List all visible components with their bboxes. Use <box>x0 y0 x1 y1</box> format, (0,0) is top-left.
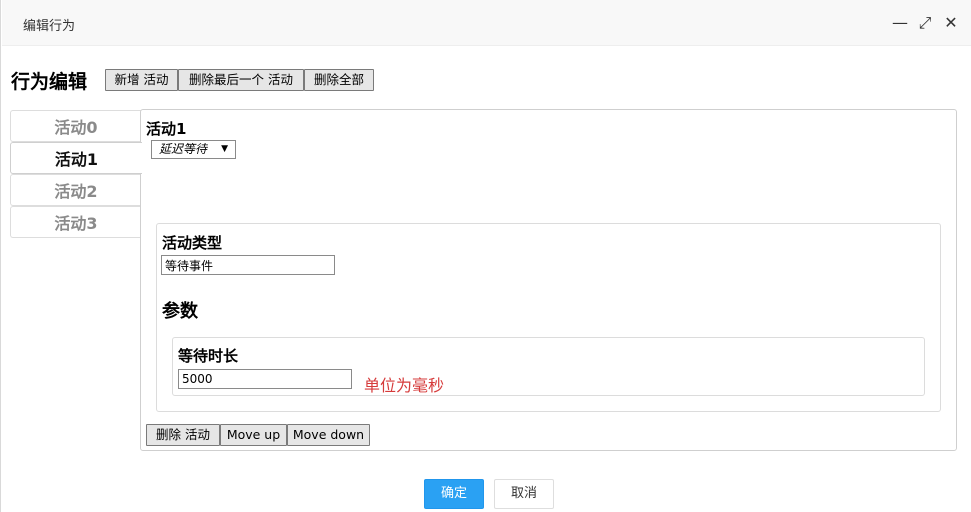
close-icon[interactable]: ✕ <box>942 14 960 32</box>
wait-unit-hint: 单位为毫秒 <box>364 376 445 395</box>
delete-activity-button[interactable]: 删除 活动 <box>146 424 220 446</box>
wait-duration-input[interactable] <box>178 369 352 389</box>
tab-activity-1[interactable]: 活动1 <box>10 142 142 174</box>
activity-detail-box: 活动类型 参数 等待时长 单位为毫秒 <box>156 223 941 412</box>
activity-type-label: 活动类型 <box>162 234 223 252</box>
wait-duration-box: 等待时长 单位为毫秒 <box>172 337 925 396</box>
dialog-titlebar: 编辑行为 — ⤢ ✕ <box>2 0 971 46</box>
tab-activity-3[interactable]: 活动3 <box>10 206 141 238</box>
maximize-icon[interactable]: ⤢ <box>916 14 934 32</box>
page-title: 行为编辑 <box>11 71 88 93</box>
move-up-button[interactable]: Move up <box>220 424 287 446</box>
cancel-button[interactable]: 取消 <box>494 479 554 509</box>
activity-kind-value: 延迟等待 <box>159 142 208 156</box>
confirm-button[interactable]: 确定 <box>424 479 484 509</box>
minimize-icon[interactable]: — <box>891 14 909 32</box>
tab-activity-0[interactable]: 活动0 <box>10 110 141 142</box>
activity-title: 活动1 <box>146 120 187 138</box>
move-down-button[interactable]: Move down <box>287 424 370 446</box>
delete-last-activity-button[interactable]: 删除最后一个 活动 <box>178 69 304 91</box>
delete-all-button[interactable]: 删除全部 <box>304 69 374 91</box>
activity-type-input[interactable] <box>161 255 335 275</box>
edit-behavior-dialog: 编辑行为 — ⤢ ✕ 行为编辑 新增 活动 删除最后一个 活动 删除全部 活动0… <box>0 0 971 512</box>
params-label: 参数 <box>162 301 198 322</box>
activity-kind-select[interactable]: 延迟等待 ▼ <box>151 140 236 159</box>
wait-duration-label: 等待时长 <box>178 347 239 365</box>
dropdown-arrow-icon: ▼ <box>221 144 228 154</box>
activity-panel: 活动1 延迟等待 ▼ 活动类型 参数 等待时长 单位为毫秒 删除 活动 Move… <box>140 109 957 451</box>
add-activity-button[interactable]: 新增 活动 <box>105 69 178 91</box>
dialog-title: 编辑行为 <box>23 19 76 34</box>
tab-activity-2[interactable]: 活动2 <box>10 174 141 206</box>
